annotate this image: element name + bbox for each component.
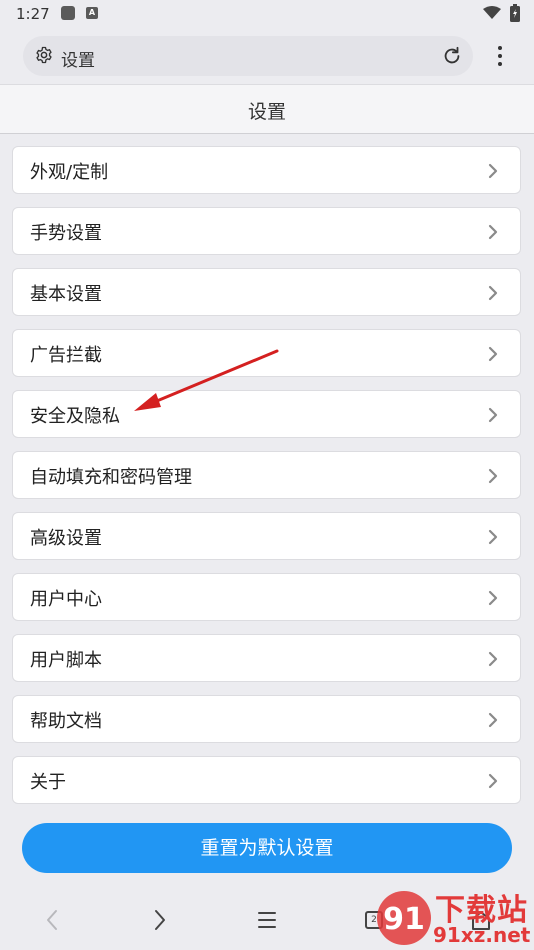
menu-item-label: 外观/定制 bbox=[30, 162, 109, 183]
menu-item-label: 手势设置 bbox=[30, 223, 102, 244]
menu-icon[interactable] bbox=[257, 908, 277, 932]
chevron-right-icon bbox=[488, 407, 498, 423]
menu-item-appearance[interactable]: 外观/定制 bbox=[12, 146, 521, 194]
battery-icon bbox=[510, 4, 520, 22]
chevron-right-icon bbox=[488, 285, 498, 301]
menu-item-gestures[interactable]: 手势设置 bbox=[12, 207, 521, 255]
menu-item-label: 用户脚本 bbox=[30, 650, 102, 671]
menu-item-label: 关于 bbox=[30, 772, 66, 793]
menu-item-help-docs[interactable]: 帮助文档 bbox=[12, 695, 521, 743]
gear-icon bbox=[36, 46, 52, 64]
status-time: 1:27 bbox=[16, 5, 50, 23]
reload-icon[interactable] bbox=[441, 45, 463, 67]
watermark-domain: 91xz.net bbox=[433, 923, 531, 947]
more-menu-icon[interactable] bbox=[490, 44, 510, 68]
menu-item-label: 自动填充和密码管理 bbox=[30, 467, 192, 488]
watermark: 91 下载站 91xz.net bbox=[375, 885, 534, 950]
chevron-right-icon bbox=[488, 163, 498, 179]
app-notification-icon bbox=[61, 6, 75, 20]
chevron-right-icon bbox=[488, 529, 498, 545]
page-title: 设置 bbox=[247, 101, 286, 123]
chevron-right-icon bbox=[488, 346, 498, 362]
chevron-right-icon bbox=[488, 651, 498, 667]
menu-item-user-center[interactable]: 用户中心 bbox=[12, 573, 521, 621]
url-bar[interactable]: 设置 bbox=[23, 36, 473, 76]
back-icon[interactable] bbox=[44, 908, 60, 932]
chevron-right-icon bbox=[488, 468, 498, 484]
menu-item-about[interactable]: 关于 bbox=[12, 756, 521, 804]
chevron-right-icon bbox=[488, 224, 498, 240]
page-header: 设置 bbox=[0, 84, 534, 134]
menu-item-label: 用户中心 bbox=[30, 589, 102, 610]
watermark-logo: 91 bbox=[377, 891, 431, 945]
menu-item-label: 安全及隐私 bbox=[30, 406, 120, 427]
chevron-right-icon bbox=[488, 590, 498, 606]
menu-item-label: 广告拦截 bbox=[30, 345, 102, 366]
menu-item-autofill-passwords[interactable]: 自动填充和密码管理 bbox=[12, 451, 521, 499]
menu-item-user-scripts[interactable]: 用户脚本 bbox=[12, 634, 521, 682]
chevron-right-icon bbox=[488, 712, 498, 728]
menu-item-adblock[interactable]: 广告拦截 bbox=[12, 329, 521, 377]
menu-item-label: 基本设置 bbox=[30, 284, 102, 305]
forward-icon[interactable] bbox=[152, 908, 168, 932]
chevron-right-icon bbox=[488, 773, 498, 789]
status-bar: 1:27 A bbox=[0, 0, 534, 30]
menu-item-label: 高级设置 bbox=[30, 528, 102, 549]
menu-item-label: 帮助文档 bbox=[30, 711, 102, 732]
wifi-icon bbox=[483, 6, 501, 19]
menu-item-security-privacy[interactable]: 安全及隐私 bbox=[12, 390, 521, 438]
reset-defaults-button[interactable]: 重置为默认设置 bbox=[22, 823, 512, 873]
menu-item-advanced[interactable]: 高级设置 bbox=[12, 512, 521, 560]
menu-item-basic[interactable]: 基本设置 bbox=[12, 268, 521, 316]
url-text: 设置 bbox=[61, 51, 95, 71]
svg-text:91: 91 bbox=[383, 902, 425, 937]
a-notification-icon: A bbox=[86, 7, 98, 19]
